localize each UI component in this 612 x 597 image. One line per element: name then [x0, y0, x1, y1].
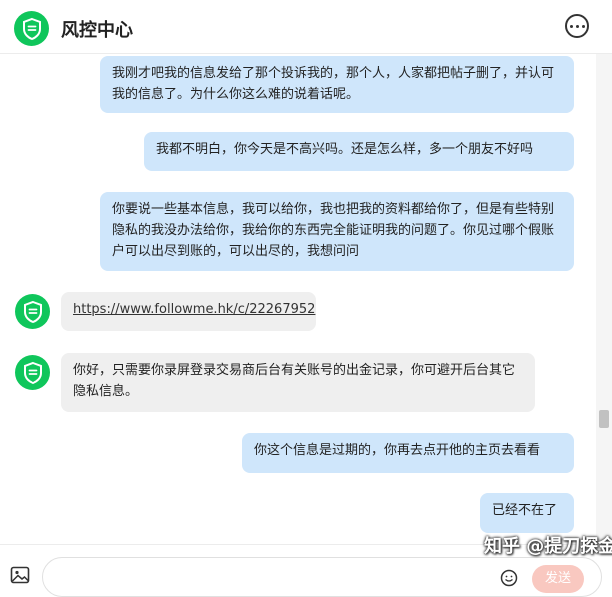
message-bubble-outgoing: 你这个信息是过期的，你再去点开他的主页去看看 — [242, 433, 574, 473]
page-title: 风控中心 — [61, 20, 133, 41]
send-button[interactable]: 发送 — [532, 565, 584, 593]
message-bubble-incoming: 你好，只需要你录屏登录交易商后台有关账号的出金记录，你可避开后台其它隐私信息。 — [61, 353, 535, 412]
message-bubble-outgoing: 已经不在了 — [480, 493, 574, 533]
watermark: 知乎 @提刀探金 — [484, 536, 612, 557]
message-bubble-outgoing: 我都不明白，你今天是不高兴吗。还是怎么样，多一个朋友不好吗 — [144, 132, 574, 171]
chat-header: 风控中心 — [0, 0, 612, 54]
shield-check-icon — [15, 355, 50, 390]
message-list: 我刚才吧我的信息发给了那个投诉我的，那个人，人家都把帖子删了，并认可我的信息了。… — [0, 54, 596, 544]
image-icon[interactable] — [10, 565, 30, 585]
emoji-icon[interactable] — [500, 569, 518, 587]
message-link[interactable]: https://www.followme.hk/c/22267952 — [73, 302, 315, 317]
message-bubble-outgoing: 你要说一些基本信息，我可以给你，我也把我的资料都给你了，但是有些特别隐私的我没办… — [100, 192, 574, 271]
scrollbar-thumb[interactable] — [599, 410, 609, 428]
scrollbar[interactable] — [596, 54, 612, 544]
shield-check-icon — [15, 294, 50, 329]
shield-check-icon — [14, 11, 49, 46]
message-input[interactable] — [42, 557, 602, 597]
more-horizontal-icon[interactable] — [565, 14, 589, 38]
message-bubble-outgoing: 我刚才吧我的信息发给了那个投诉我的，那个人，人家都把帖子删了，并认可我的信息了。… — [100, 56, 574, 113]
message-bubble-incoming: https://www.followme.hk/c/22267952 — [61, 292, 316, 331]
